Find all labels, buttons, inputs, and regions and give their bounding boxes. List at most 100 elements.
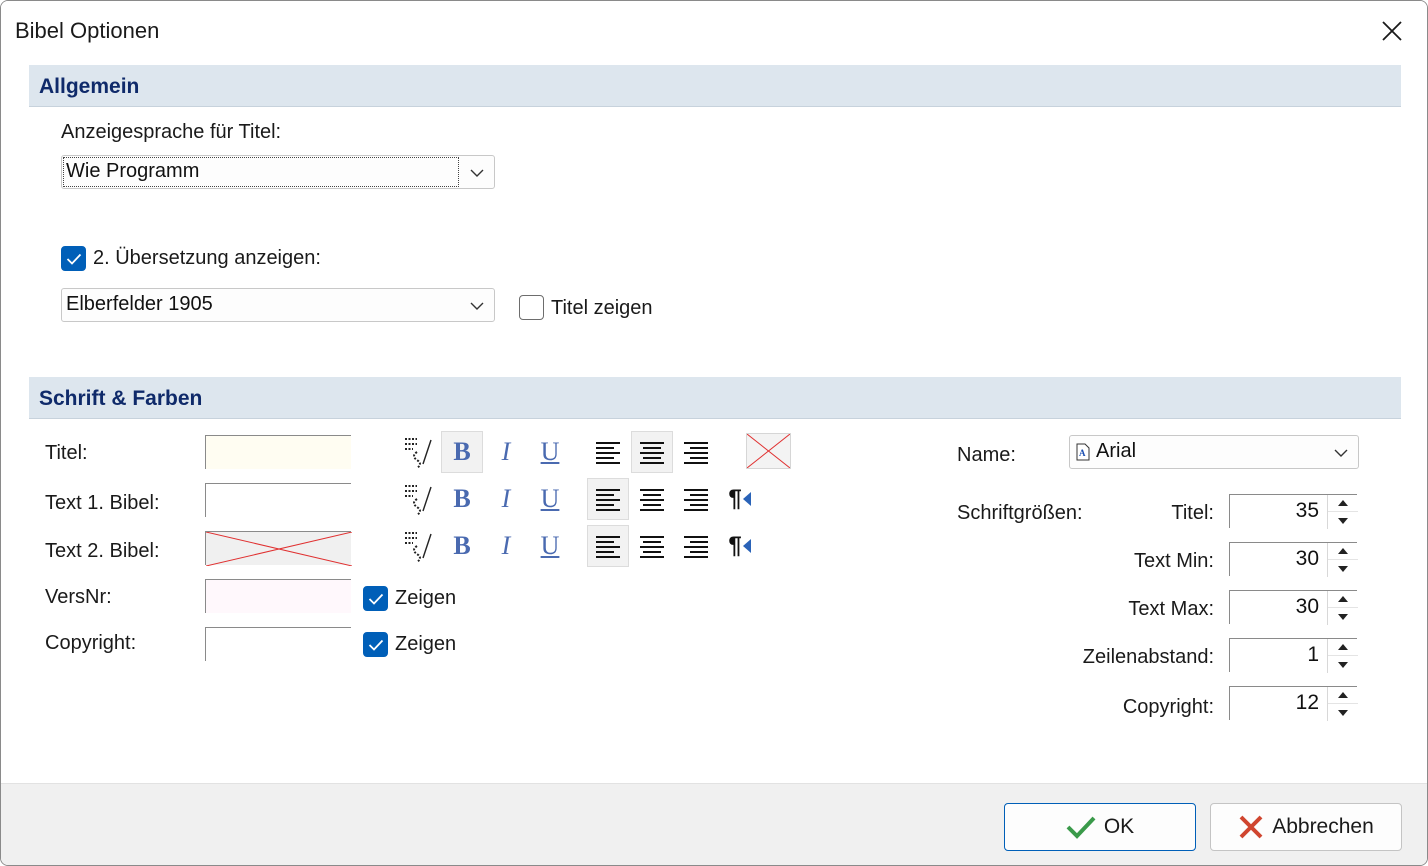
align-right-icon (684, 489, 708, 511)
size-text-max-spinner[interactable]: 30 (1229, 590, 1358, 625)
display-language-combo[interactable]: Wie Programm (61, 155, 495, 189)
align-left-button[interactable] (587, 525, 629, 567)
close-icon (1382, 21, 1402, 41)
align-center-button[interactable] (631, 525, 673, 567)
ok-button[interactable]: OK (1004, 803, 1196, 851)
align-left-icon (596, 442, 620, 464)
section-header-fonts-colors: Schrift & Farben (29, 377, 1401, 419)
second-translation-label: 2. Übersetzung anzeigen: (93, 247, 321, 269)
underline-icon: U (540, 437, 560, 466)
align-left-button[interactable] (587, 431, 629, 473)
triangle-up-icon (1338, 644, 1348, 650)
versnr-show-label: Zeigen (395, 587, 457, 609)
size-label-text-max: Text Max: (1128, 598, 1214, 620)
spin-down-button[interactable] (1328, 656, 1358, 673)
underline-button[interactable]: U (529, 478, 571, 520)
align-center-icon (640, 489, 664, 511)
checkmark-icon (368, 593, 383, 605)
spin-down-button[interactable] (1328, 512, 1358, 529)
italic-button[interactable]: I (485, 431, 527, 473)
close-button[interactable] (1357, 1, 1427, 61)
bold-button[interactable]: B (441, 431, 483, 473)
align-center-button[interactable] (631, 431, 673, 473)
section-title-fonts-colors: Schrift & Farben (39, 387, 203, 410)
display-language-value: Wie Programm (66, 160, 200, 182)
font-name-combo[interactable]: A Arial (1069, 435, 1359, 469)
title-color-swatch[interactable] (205, 435, 351, 469)
second-translation-checkbox[interactable] (61, 246, 86, 271)
triangle-down-icon (1338, 565, 1348, 572)
paragraph-direction-button[interactable]: ¶ (719, 478, 761, 520)
cancel-button[interactable]: Abbrechen (1210, 803, 1402, 851)
triangle-down-icon (1338, 709, 1348, 716)
align-center-button[interactable] (631, 478, 673, 520)
show-title-checkbox[interactable] (519, 295, 544, 320)
versnr-color-swatch[interactable] (205, 579, 351, 613)
copyright-show-label: Zeigen (395, 633, 457, 655)
versnr-show-checkbox[interactable] (363, 586, 388, 611)
text1-color-swatch[interactable] (205, 483, 351, 517)
align-right-button[interactable] (675, 431, 717, 473)
italic-button[interactable]: I (485, 478, 527, 520)
spin-up-button[interactable] (1328, 495, 1358, 512)
text-format-button[interactable] (397, 525, 439, 567)
row-label-copyright: Copyright: (45, 632, 137, 654)
spin-down-button[interactable] (1328, 608, 1358, 625)
close-icon (1239, 815, 1263, 839)
align-right-button[interactable] (675, 525, 717, 567)
title-background-color-button[interactable] (746, 433, 791, 469)
size-text-max-value: 30 (1295, 595, 1319, 618)
italic-icon: I (501, 437, 511, 466)
text-format-button[interactable] (397, 478, 439, 520)
underline-icon: U (540, 484, 560, 513)
spin-up-button[interactable] (1328, 639, 1358, 656)
size-copyright-value: 12 (1295, 691, 1319, 714)
underline-icon: U (540, 531, 560, 560)
font-file-icon: A (1076, 443, 1090, 461)
spin-up-button[interactable] (1328, 687, 1358, 704)
bold-button[interactable]: B (441, 478, 483, 520)
spin-down-button[interactable] (1328, 560, 1358, 577)
second-translation-combo[interactable]: Elberfelder 1905 (61, 288, 495, 322)
size-label-line-spacing: Zeilenabstand: (1082, 646, 1214, 668)
text-format-icon (405, 485, 432, 516)
paragraph-direction-button[interactable]: ¶ (719, 525, 761, 567)
triangle-up-icon (1338, 500, 1348, 506)
spin-up-button[interactable] (1328, 543, 1358, 560)
size-label-title: Titel: (1171, 502, 1214, 524)
copyright-show-checkbox[interactable] (363, 632, 388, 657)
font-name-value: Arial (1096, 440, 1137, 462)
text-format-button[interactable] (397, 431, 439, 473)
pilcrow-glyph: ¶ (728, 532, 742, 559)
line-spacing-spinner[interactable]: 1 (1229, 638, 1358, 673)
italic-icon: I (501, 531, 511, 560)
align-left-icon (596, 536, 620, 558)
spin-up-button[interactable] (1328, 591, 1358, 608)
underline-button[interactable]: U (529, 431, 571, 473)
bold-icon: B (453, 531, 471, 560)
window-title: Bibel Optionen (15, 18, 160, 43)
chevron-down-icon (1330, 442, 1352, 464)
copyright-color-swatch[interactable] (205, 627, 351, 661)
checkmark-icon (1066, 816, 1096, 839)
size-text-min-spinner[interactable]: 30 (1229, 542, 1358, 577)
bold-button[interactable]: B (441, 525, 483, 567)
triangle-down-icon (1338, 661, 1348, 668)
section-title-general: Allgemein (39, 75, 140, 98)
size-copyright-spinner[interactable]: 12 (1229, 686, 1358, 721)
italic-button[interactable]: I (485, 525, 527, 567)
align-right-button[interactable] (675, 478, 717, 520)
font-name-label: Name: (957, 444, 1016, 466)
font-sizes-label: Schriftgrößen: (957, 502, 1083, 524)
triangle-down-icon (1338, 613, 1348, 620)
spin-down-button[interactable] (1328, 704, 1358, 721)
triangle-up-icon (1338, 692, 1348, 698)
size-title-spinner[interactable]: 35 (1229, 494, 1358, 529)
checkmark-icon (368, 639, 383, 651)
section-header-general: Allgemein (29, 65, 1401, 107)
size-label-copyright: Copyright: (1122, 696, 1214, 718)
text2-color-swatch[interactable] (205, 531, 352, 566)
align-left-button[interactable] (587, 478, 629, 520)
underline-button[interactable]: U (529, 525, 571, 567)
bold-icon: B (453, 437, 471, 466)
